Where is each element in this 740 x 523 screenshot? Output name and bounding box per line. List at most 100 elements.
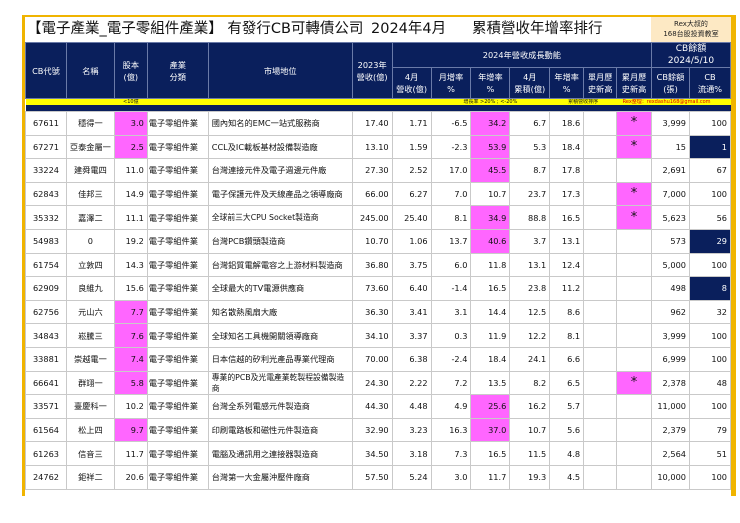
cell-apr-cum: 6.7 — [509, 111, 551, 136]
cell-apr-cum: 8.7 — [509, 158, 551, 183]
cell-yoy: 40.6 — [470, 228, 511, 254]
cell-mom: -2.3 — [430, 134, 472, 160]
cell-cum-high — [616, 417, 653, 443]
cell-mom: 0.3 — [430, 323, 472, 348]
cell-cum-high — [616, 346, 653, 372]
cell-cb-balance: 573 — [651, 228, 690, 254]
header-rev2023: 2023年 營收(億) — [351, 42, 393, 99]
cell-rev2023: 13.10 — [351, 134, 393, 160]
header-growth-group: 2024年營收成長動能 — [391, 42, 653, 68]
cell-industry: 電子零組件業 — [146, 417, 209, 443]
cell-single-high — [583, 276, 618, 301]
cell-name: 建舜電四 — [65, 158, 115, 183]
cell-apr-rev: 3.41 — [391, 299, 432, 325]
cell-name: 信音三 — [65, 441, 115, 466]
table-row: 62843 佳邦三 14.9 電子零組件業 電子保護元件及天線產品之領導廠商 66.00 6… — [25, 181, 731, 207]
cell-cb-float: 100 — [689, 252, 731, 278]
cell-position: 日本信越的矽利光產品專業代理商 — [207, 346, 353, 372]
cell-yoy: 10.7 — [470, 181, 511, 207]
header-cb-balance: CB餘額 (張) — [651, 67, 690, 99]
cell-apr-cum: 88.8 — [509, 205, 551, 230]
cell-cb-float: 100 — [689, 111, 731, 136]
table-row: 33881 崇越電一 7.4 電子零組件業 日本信越的矽利光產品專業代理商 70.00 6.… — [25, 346, 731, 372]
cell-cb-balance: 15 — [651, 134, 690, 160]
cell-yoy: 16.5 — [470, 276, 511, 301]
cell-name: 元山六 — [65, 299, 115, 325]
cell-mom: 7.0 — [430, 181, 472, 207]
cell-code: 54983 — [25, 228, 67, 254]
cell-code: 24762 — [25, 464, 67, 490]
cell-position: 知名散熱風扇大廠 — [207, 299, 353, 325]
rex-line2: 168台股投資教室 — [663, 30, 719, 38]
table-row: 62909 良維九 15.6 電子零組件業 全球最大的TV電源供應商 73.60 6.40-… — [25, 276, 731, 301]
cell-rev2023: 32.90 — [351, 417, 393, 443]
cell-code: 61564 — [25, 417, 67, 443]
cell-apr-cum: 23.7 — [509, 181, 551, 207]
report-frame: 【電子產業_電子零組件產業】 有發行CB可轉債公司 2024年4月 累積營收年增… — [22, 15, 736, 496]
table-row: 33571 臺慶科一 10.2 電子零組件業 台灣全系列電感元件製造商 44.30 4.48… — [25, 394, 731, 419]
cell-apr-rev: 1.71 — [391, 111, 432, 136]
cell-capital: 14.9 — [113, 181, 148, 207]
header-name: 名稱 — [65, 42, 115, 99]
cell-yoy: 25.6 — [470, 394, 511, 419]
cell-position: 全球前三大CPU Socket製造商 — [207, 205, 353, 230]
cell-name: 鉅祥二 — [65, 464, 115, 490]
cell-capital: 11.1 — [113, 205, 148, 230]
cell-code: 62909 — [25, 276, 67, 301]
table-row: 33224 建舜電四 11.0 電子零組件業 台灣連接元件及電子週邊元件廠 27.30 2.… — [25, 158, 731, 183]
cell-yoy: 37.0 — [470, 417, 511, 443]
cell-cb-float: 100 — [689, 181, 731, 207]
cell-apr-rev: 2.22 — [391, 370, 432, 396]
cell-apr-cum: 16.2 — [509, 394, 551, 419]
cell-apr-cum: 13.1 — [509, 252, 551, 278]
cell-rev2023: 17.40 — [351, 111, 393, 136]
cell-single-high — [583, 134, 618, 160]
table-row: 61564 松上四 9.7 電子零組件業 印刷電路板和磁性元件製造商 32.90 3.23 1… — [25, 417, 731, 443]
cell-industry: 電子零組件業 — [146, 394, 209, 419]
cell-yoy: 34.2 — [470, 111, 511, 136]
cell-industry: 電子零組件業 — [146, 323, 209, 348]
cell-cb-float: 51 — [689, 441, 731, 466]
cell-rev2023: 27.30 — [351, 158, 393, 183]
cell-apr-cum: 24.1 — [509, 346, 551, 372]
cell-single-high — [583, 417, 618, 443]
cell-position: 台灣鋁質電解電容之上游材料製造商 — [207, 252, 353, 278]
cell-name: 佳邦三 — [65, 181, 115, 207]
table-row: 66641 群翊一 5.8 電子零組件業 專業的PCB及光電產業乾製程設備製造商 24.3… — [25, 370, 731, 396]
cell-industry: 電子零組件業 — [146, 158, 209, 183]
cell-single-high — [583, 111, 618, 136]
cell-capital: 3.0 — [113, 111, 148, 136]
cell-cum-yoy: 4.8 — [549, 441, 585, 466]
cell-industry: 電子零組件業 — [146, 299, 209, 325]
title-bar: 【電子產業_電子零組件產業】 有發行CB可轉債公司 2024年4月 累積營收年增… — [25, 17, 651, 42]
rex-line1: Rex大叔的 — [674, 20, 708, 28]
cell-cb-balance: 3,999 — [651, 111, 690, 136]
header-yoy: 年增率 % — [470, 67, 511, 99]
cell-cum-yoy: 11.2 — [549, 276, 585, 301]
cell-mom: 6.0 — [430, 252, 472, 278]
cell-single-high — [583, 464, 618, 490]
cell-position: 全球知名工具機開關領導廠商 — [207, 323, 353, 348]
cell-position: 台灣第一大金屬沖壓件廠商 — [207, 464, 353, 490]
header-single-high: 單月歷 史新高 — [583, 67, 618, 99]
cell-capital: 10.2 — [113, 394, 148, 419]
cell-cum-high — [616, 464, 653, 490]
cell-cb-float: 100 — [689, 346, 731, 372]
cell-cb-float: 48 — [689, 370, 731, 396]
table-row: 35332 嘉澤二 11.1 電子零組件業 全球前三大CPU Socket製造商 245.… — [25, 205, 731, 230]
cell-capital: 5.8 — [113, 370, 148, 396]
cell-cb-balance: 7,000 — [651, 181, 690, 207]
cell-rev2023: 245.00 — [351, 205, 393, 230]
cell-name: 崇越電一 — [65, 346, 115, 372]
cell-cb-balance: 3,999 — [651, 323, 690, 348]
cell-name: 良維九 — [65, 276, 115, 301]
cell-cum-yoy: 8.1 — [549, 323, 585, 348]
table-row: 54983 0 19.2 電子零組件業 台灣PCB鑽頭製造商 10.70 1.06 13.7 4… — [25, 228, 731, 254]
cell-code: 67271 — [25, 134, 67, 160]
cell-cum-high: * — [616, 205, 653, 230]
cell-cb-float: 1 — [689, 134, 731, 160]
cell-position: 印刷電路板和磁性元件製造商 — [207, 417, 353, 443]
rex-box: Rex大叔的 168台股投資教室 — [651, 17, 731, 42]
cell-mom: 7.3 — [430, 441, 472, 466]
cell-mom: 16.3 — [430, 417, 472, 443]
